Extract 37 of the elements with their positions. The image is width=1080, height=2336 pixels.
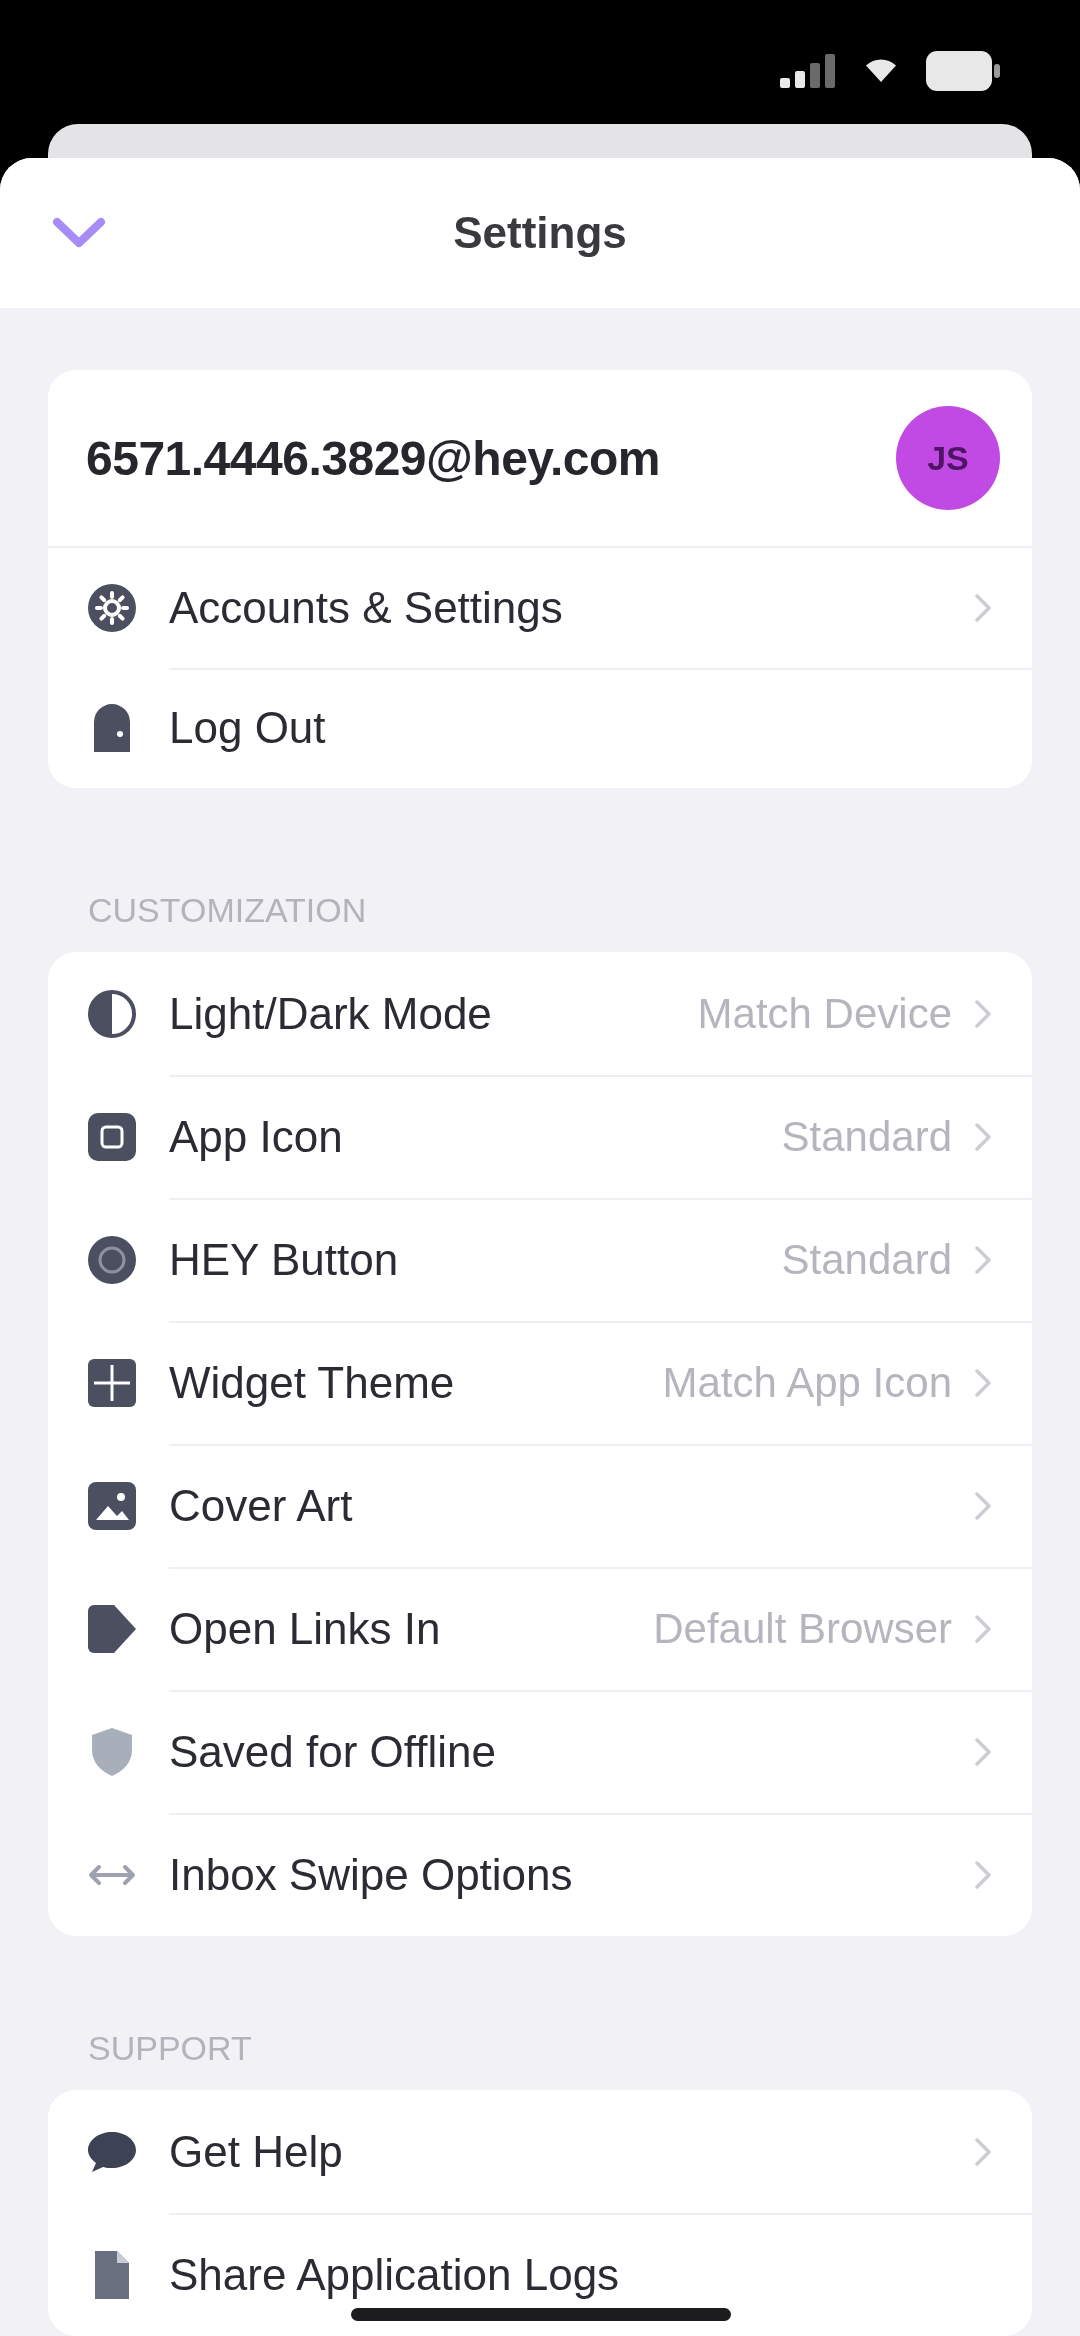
- chevron-right-icon: [974, 1121, 992, 1152]
- wifi-icon: [866, 59, 896, 83]
- row-value: Standard: [781, 1235, 952, 1284]
- app-square-icon: [88, 1112, 136, 1161]
- grid-icon: [88, 1358, 136, 1407]
- account-email: 6571.4446.3829@hey.com: [86, 430, 660, 486]
- round-button-icon: [88, 1235, 136, 1284]
- row-value: Standard: [781, 1112, 952, 1161]
- battery-icon: [926, 51, 1000, 91]
- shield-icon: [92, 1727, 132, 1776]
- row-value: Match Device: [697, 989, 952, 1038]
- section-heading: SUPPORT: [87, 2028, 253, 2068]
- contrast-icon: [88, 989, 136, 1038]
- row-value: Match App Icon: [662, 1358, 952, 1407]
- chat-bubble-icon: [88, 2131, 136, 2172]
- tag-icon: [88, 1604, 136, 1653]
- chevron-down-icon[interactable]: [52, 217, 106, 249]
- page-title: Settings: [453, 208, 627, 258]
- chevron-right-icon: [974, 1244, 992, 1275]
- image-icon: [88, 1481, 136, 1530]
- row-value: Default Browser: [653, 1604, 952, 1653]
- chevron-right-icon: [974, 1490, 992, 1521]
- signal-icon: [780, 54, 836, 88]
- swipe-arrows-icon: [88, 1863, 136, 1886]
- chevron-right-icon: [974, 1859, 992, 1890]
- file-icon: [95, 2250, 129, 2299]
- gear-icon: [88, 584, 136, 632]
- settings-row[interactable]: Share Application Logs: [48, 2213, 1032, 2336]
- chevron-right-icon: [974, 2136, 992, 2167]
- door-icon: [94, 704, 130, 752]
- chevron-right-icon: [974, 1367, 992, 1398]
- settings-row[interactable]: Inbox Swipe Options: [48, 1813, 1032, 1936]
- chevron-right-icon: [974, 593, 992, 623]
- section-heading: CUSTOMIZATION: [87, 890, 368, 930]
- chevron-right-icon: [974, 1736, 992, 1767]
- chevron-right-icon: [974, 998, 992, 1029]
- chevron-right-icon: [974, 1613, 992, 1644]
